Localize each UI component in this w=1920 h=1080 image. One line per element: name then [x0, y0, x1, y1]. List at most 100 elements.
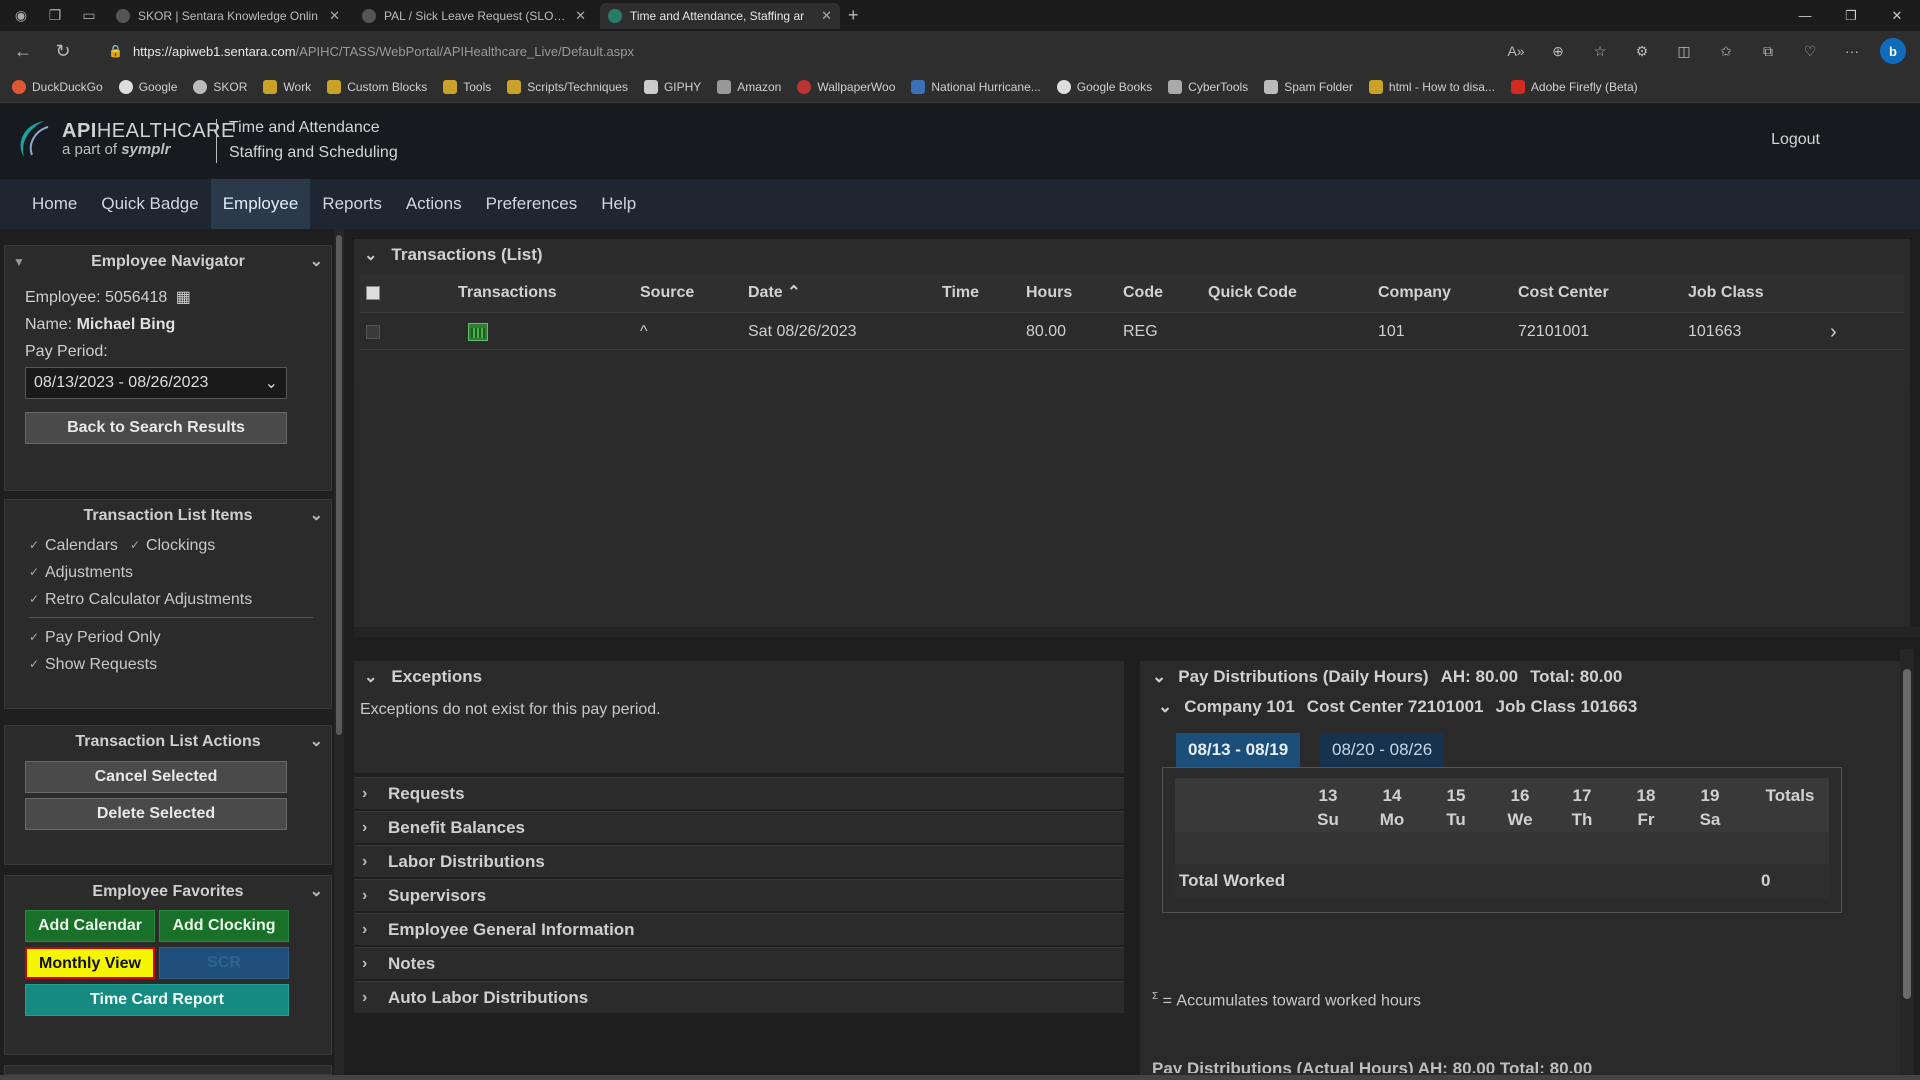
copilot-icon[interactable]: b: [1880, 38, 1906, 64]
calendars-checkbox[interactable]: ✓ Calendars: [29, 532, 118, 559]
bookmark-amazon[interactable]: Amazon: [717, 79, 781, 94]
bookmark-skor[interactable]: SKOR: [193, 79, 247, 94]
url-field[interactable]: 🔒 https://apiweb1.sentara.com/APIHC/TASS…: [108, 37, 1528, 65]
browser-tab[interactable]: PAL / Sick Leave Request (SLOTH ✕: [354, 3, 594, 29]
table-row[interactable]: ^ Sat 08/26/2023 80.00 REG 101 72101001 …: [360, 312, 1904, 350]
exceptions-header[interactable]: ⌄ Exceptions: [364, 667, 482, 687]
extensions-icon[interactable]: ⚙: [1628, 43, 1656, 60]
transaction-list-items-header[interactable]: Transaction List Items ⌄: [5, 500, 331, 532]
col-company[interactable]: Company: [1378, 274, 1451, 312]
section-auto-labor-distributions[interactable]: › Auto Labor Distributions: [354, 981, 1124, 1013]
week-tab-2[interactable]: 08/20 - 08/26: [1320, 733, 1445, 767]
chevron-down-icon[interactable]: ⌄: [364, 245, 377, 265]
pay-period-only-checkbox[interactable]: ✓ Pay Period Only: [29, 624, 161, 651]
add-calendar-button[interactable]: Add Calendar: [25, 910, 155, 942]
col-code[interactable]: Code: [1123, 274, 1163, 312]
menu-quick-badge[interactable]: Quick Badge: [89, 179, 210, 229]
close-window-icon[interactable]: ✕: [1874, 0, 1920, 31]
close-icon[interactable]: ✕: [575, 8, 586, 24]
section-requests[interactable]: › Requests: [354, 777, 1124, 809]
bookmark-html[interactable]: html - How to disa...: [1368, 79, 1495, 94]
chevron-down-icon[interactable]: ⌄: [310, 726, 323, 758]
close-icon[interactable]: ✕: [821, 8, 832, 24]
menu-preferences[interactable]: Preferences: [474, 179, 590, 229]
bookmark-work[interactable]: Work: [263, 79, 311, 94]
bookmark-scripts[interactable]: Scripts/Techniques: [507, 79, 628, 94]
section-supervisors[interactable]: › Supervisors: [354, 879, 1124, 911]
profile-icon[interactable]: ◉: [8, 3, 34, 29]
cancel-selected-button[interactable]: Cancel Selected: [25, 761, 287, 793]
favorites-icon[interactable]: ✩: [1712, 43, 1740, 60]
menu-employee[interactable]: Employee: [210, 179, 311, 229]
restore-icon[interactable]: ❐: [1828, 0, 1874, 31]
minimize-icon[interactable]: —: [1782, 0, 1828, 31]
monthly-view-button[interactable]: Monthly View: [25, 947, 155, 979]
scrollbar-thumb[interactable]: [336, 235, 342, 735]
section-labor-distributions[interactable]: › Labor Distributions: [354, 845, 1124, 877]
logout-link[interactable]: Logout: [1771, 131, 1820, 149]
pay-distributions-header[interactable]: ⌄ Pay Distributions (Daily Hours) AH: 80…: [1152, 667, 1622, 687]
panel-splitter[interactable]: [354, 627, 1920, 637]
menu-actions[interactable]: Actions: [394, 179, 474, 229]
chevron-down-icon[interactable]: ⌄: [310, 246, 323, 278]
time-card-report-button[interactable]: Time Card Report: [25, 984, 289, 1016]
browser-tab[interactable]: SKOR | Sentara Knowledge Onlin ✕: [108, 3, 348, 29]
bookmark-cybertools[interactable]: CyberTools: [1168, 79, 1248, 94]
menu-reports[interactable]: Reports: [310, 179, 394, 229]
col-hours[interactable]: Hours: [1026, 274, 1072, 312]
bookmark-tools[interactable]: Tools: [443, 79, 491, 94]
section-benefit-balances[interactable]: › Benefit Balances: [354, 811, 1124, 843]
chevron-down-icon[interactable]: ⌄: [310, 500, 323, 532]
col-cost-center[interactable]: Cost Center: [1518, 274, 1609, 312]
chevron-down-icon[interactable]: ⌄: [1158, 697, 1172, 717]
bookmark-google-books[interactable]: Google Books: [1056, 79, 1152, 94]
pay-distributions-scrollbar[interactable]: [1900, 649, 1914, 1079]
bookmark-google[interactable]: Google: [118, 79, 177, 94]
new-tab-icon[interactable]: +: [848, 5, 859, 26]
select-all-checkbox[interactable]: [366, 286, 380, 300]
bookmark-duckduckgo[interactable]: DuckDuckGo: [12, 79, 103, 94]
chevron-down-icon[interactable]: ⌄: [1152, 667, 1166, 687]
collections-icon[interactable]: ⧉: [1754, 43, 1782, 60]
menu-help[interactable]: Help: [589, 179, 648, 229]
bookmark-adobe-firefly[interactable]: Adobe Firefly (Beta): [1510, 79, 1638, 94]
collapse-triangle-icon[interactable]: ▼: [13, 246, 25, 278]
split-screen-icon[interactable]: ◫: [1670, 43, 1698, 60]
bookmark-giphy[interactable]: GIPHY: [643, 79, 701, 94]
week-tab-1[interactable]: 08/13 - 08/19: [1176, 733, 1301, 767]
sidebar-scrollbar[interactable]: [334, 229, 344, 1080]
bookmark-spam-folder[interactable]: Spam Folder: [1264, 79, 1353, 94]
col-time[interactable]: Time: [942, 274, 979, 312]
refresh-icon[interactable]: ↻: [46, 34, 80, 68]
show-requests-checkbox[interactable]: ✓ Show Requests: [29, 651, 157, 678]
bookmark-national-hurricane[interactable]: National Hurricane...: [911, 79, 1041, 94]
bookmark-custom-blocks[interactable]: Custom Blocks: [327, 79, 427, 94]
scr-button[interactable]: SCR: [159, 947, 289, 979]
back-to-search-results-button[interactable]: Back to Search Results: [25, 412, 287, 444]
col-quick-code[interactable]: Quick Code: [1208, 274, 1297, 312]
back-icon[interactable]: ←: [6, 34, 40, 68]
col-date[interactable]: Date ⌃: [748, 274, 801, 312]
chevron-right-icon[interactable]: ›: [1830, 313, 1837, 351]
transaction-list-actions-header[interactable]: Transaction List Actions ⌄: [5, 726, 331, 758]
employee-navigator-header[interactable]: ▼ Employee Navigator ⌄: [5, 246, 331, 278]
transactions-header[interactable]: ⌄ Transactions (List): [364, 245, 543, 265]
pay-distributions-actual-header[interactable]: Pay Distributions (Actual Hours) AH: 80.…: [1152, 1059, 1592, 1073]
more-icon[interactable]: ···: [1838, 43, 1866, 59]
favorite-star-icon[interactable]: ☆: [1586, 43, 1614, 60]
retro-calculator-checkbox[interactable]: ✓ Retro Calculator Adjustments: [29, 586, 252, 613]
adjustments-checkbox[interactable]: ✓ Adjustments: [29, 559, 133, 586]
calculator-icon[interactable]: ▦: [176, 289, 191, 306]
section-notes[interactable]: › Notes: [354, 947, 1124, 979]
pay-period-select[interactable]: 08/13/2023 - 08/26/2023 ⌄: [25, 367, 287, 399]
zoom-icon[interactable]: ⊕: [1544, 43, 1572, 60]
browser-essentials-icon[interactable]: ♡: [1796, 43, 1824, 60]
scrollbar-thumb[interactable]: [1903, 669, 1911, 999]
menu-home[interactable]: Home: [20, 179, 89, 229]
clockings-checkbox[interactable]: ✓ Clockings: [130, 532, 215, 559]
row-checkbox[interactable]: [366, 325, 380, 339]
chevron-down-icon[interactable]: ⌄: [310, 876, 323, 908]
add-clocking-button[interactable]: Add Clocking: [159, 910, 289, 942]
col-source[interactable]: Source: [640, 274, 694, 312]
calendar-icon[interactable]: [468, 323, 488, 341]
